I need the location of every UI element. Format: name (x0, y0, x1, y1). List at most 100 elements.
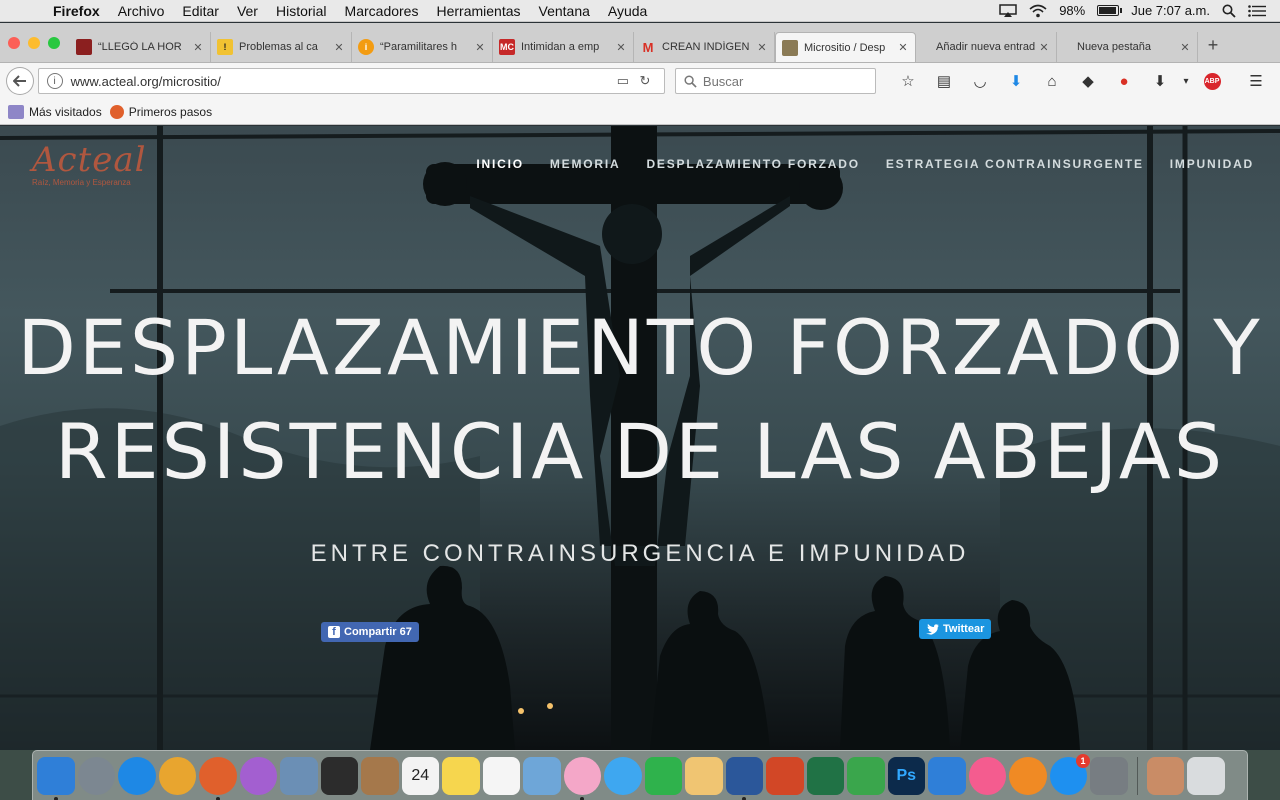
new-tab-button[interactable]: + (1198, 35, 1228, 62)
firefox-icon[interactable] (199, 756, 237, 800)
launchpad-icon[interactable] (77, 756, 115, 795)
close-window-button[interactable] (8, 37, 20, 49)
facebook-share-button[interactable]: f Compartir 67 (321, 622, 419, 642)
imovie-icon[interactable] (320, 756, 358, 795)
textedit-icon[interactable] (685, 756, 723, 795)
bookmark-star-icon[interactable]: ☆ (890, 68, 926, 94)
notes-icon[interactable] (442, 756, 480, 795)
menu-herramientas[interactable]: Herramientas (427, 3, 529, 19)
ibooks-icon[interactable] (1009, 756, 1047, 795)
airplay-icon[interactable] (999, 3, 1017, 18)
safari-icon[interactable] (118, 756, 156, 795)
downloads-icon[interactable]: ⬇ (998, 68, 1034, 94)
site-logo[interactable]: Acteal Raíz, Memoria y Esperanza (32, 140, 147, 187)
close-tab-icon[interactable]: ✕ (192, 41, 204, 54)
nav-inicio[interactable]: INICIO (476, 157, 523, 171)
facetime-icon[interactable] (644, 756, 682, 795)
chrome-icon[interactable] (158, 756, 196, 795)
url-bar[interactable]: i www.acteal.org/micrositio/ ▭ ↻ (37, 68, 665, 94)
image-capture-icon[interactable] (523, 756, 561, 795)
color-picker-extension-icon[interactable]: ● (1106, 68, 1142, 94)
downloads-stack-icon[interactable] (1146, 756, 1184, 795)
tab-1[interactable]: ! Problemas al ca ✕ (211, 32, 352, 62)
nav-desplazamiento-forzado[interactable]: DESPLAZAMIENTO FORZADO (646, 157, 859, 171)
minimize-window-button[interactable] (28, 37, 40, 49)
twitter-share-button[interactable]: Twittear (919, 619, 992, 639)
calendar-icon[interactable]: 24 (401, 756, 439, 795)
app-store-icon[interactable]: 1 (1049, 753, 1090, 795)
bookmark-mas-visitados[interactable]: Más visitados (8, 104, 102, 119)
preview-icon[interactable] (280, 756, 318, 795)
word-icon[interactable] (725, 756, 763, 800)
reader-view-icon[interactable]: ▭ (612, 73, 634, 89)
download-helper-icon[interactable]: ⬇ (1142, 68, 1178, 94)
excel-icon[interactable] (806, 756, 844, 795)
close-tab-icon[interactable]: ✕ (1179, 41, 1191, 54)
hamburger-menu-icon[interactable]: ☰ (1238, 68, 1274, 94)
numbers-icon[interactable] (847, 756, 885, 795)
tab-6[interactable]: Añadir nueva entrad ✕ (916, 32, 1057, 62)
contacts-icon[interactable] (361, 756, 399, 795)
spotlight-search-icon[interactable] (1222, 4, 1236, 18)
close-tab-icon[interactable]: ✕ (1038, 41, 1050, 54)
menu-ayuda[interactable]: Ayuda (599, 3, 656, 19)
bookmarks-menu-icon[interactable]: ▤ (926, 68, 962, 94)
close-tab-icon[interactable]: ✕ (756, 41, 768, 54)
search-input[interactable] (702, 73, 863, 89)
menu-ver[interactable]: Ver (228, 3, 267, 19)
system-preferences-icon[interactable] (1090, 756, 1128, 795)
privacy-badger-icon[interactable]: ◆ (1070, 68, 1106, 94)
wifi-icon[interactable] (1029, 4, 1047, 18)
photos-icon[interactable] (563, 756, 601, 800)
messages-icon[interactable] (604, 756, 642, 795)
window-controls (0, 37, 70, 62)
tab-7[interactable]: Nueva pestaña ✕ (1057, 32, 1198, 62)
tab-3[interactable]: MC Intimidan a emp ✕ (493, 32, 634, 62)
nav-memoria[interactable]: MEMORIA (550, 157, 621, 171)
itunes-icon[interactable] (968, 756, 1006, 795)
back-button[interactable] (6, 67, 34, 95)
search-bar[interactable] (674, 68, 876, 94)
clock[interactable]: Jue 7:07 a.m. (1131, 3, 1210, 18)
nav-impunidad[interactable]: IMPUNIDAD (1170, 157, 1254, 171)
tab-0[interactable]: “LLEGÓ LA HOR ✕ (70, 32, 211, 62)
warning-icon: ! (217, 39, 233, 55)
reload-icon[interactable]: ↻ (634, 73, 656, 89)
site-info-icon[interactable]: i (46, 73, 63, 89)
url-text[interactable]: www.acteal.org/micrositio/ (71, 74, 612, 89)
close-tab-icon[interactable]: ✕ (333, 41, 345, 54)
bee-icon (782, 39, 798, 56)
menu-ventana[interactable]: Ventana (530, 3, 599, 19)
tab-2[interactable]: i “Paramilitares h ✕ (352, 32, 493, 62)
photoshop-icon[interactable]: Ps (887, 756, 925, 795)
adblock-plus-icon[interactable]: ABP (1194, 68, 1230, 94)
trash-icon[interactable] (1187, 756, 1225, 795)
firefox-icon (109, 104, 124, 119)
close-tab-icon[interactable]: ✕ (897, 41, 909, 54)
close-tab-icon[interactable]: ✕ (615, 41, 627, 54)
menu-marcadores[interactable]: Marcadores (336, 3, 428, 19)
zoom-window-button[interactable] (48, 37, 60, 49)
close-tab-icon[interactable]: ✕ (474, 41, 486, 54)
keynote-icon[interactable] (928, 756, 966, 795)
notification-center-icon[interactable] (1248, 4, 1266, 17)
menu-historial[interactable]: Historial (267, 3, 336, 19)
menu-editar[interactable]: Editar (173, 3, 228, 19)
home-icon[interactable]: ⌂ (1034, 68, 1070, 94)
chevron-down-icon[interactable]: ▾ (1178, 68, 1194, 94)
pocket-icon[interactable]: ◡ (962, 68, 998, 94)
tab-4[interactable]: M CREAN INDÍGEN ✕ (634, 32, 775, 62)
bookmarks-toolbar: Más visitados Primeros pasos (0, 99, 1280, 125)
menu-app-name[interactable]: Firefox (44, 3, 109, 19)
bookmark-primeros-pasos[interactable]: Primeros pasos (109, 104, 212, 119)
picasa-icon[interactable] (239, 756, 277, 795)
reminders-icon[interactable] (482, 756, 520, 795)
powerpoint-icon[interactable] (766, 756, 804, 795)
cross-end-right (799, 166, 843, 210)
tab-5[interactable]: Micrositio / Desp ✕ (775, 32, 916, 62)
menu-archivo[interactable]: Archivo (109, 3, 174, 19)
tab-title: “LLEGÓ LA HOR (98, 41, 182, 53)
finder-icon[interactable] (37, 756, 75, 800)
nav-estrategia-contrainsurgente[interactable]: ESTRATEGIA CONTRAINSURGENTE (886, 157, 1144, 171)
battery-icon[interactable] (1097, 5, 1123, 16)
